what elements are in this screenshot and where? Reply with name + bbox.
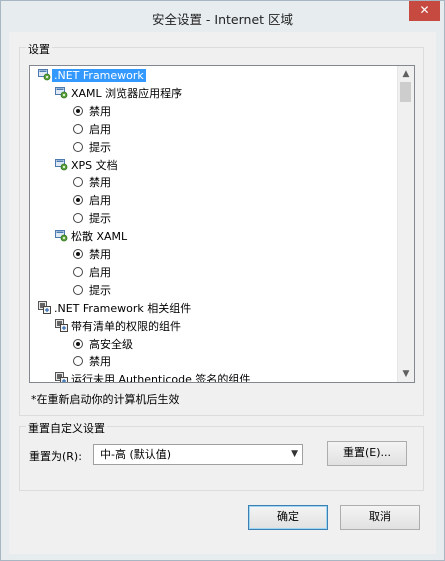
reset-to-label: 重置为(R):: [29, 450, 82, 463]
settings-node-icon: [38, 68, 51, 81]
settings-tree: .NET Framework XAML 浏览器应用程序 禁用 启用 提示 XPS 文档 禁用…: [30, 66, 398, 382]
tree-item-label: 禁用: [89, 355, 111, 369]
chevron-down-icon: ▼: [291, 449, 298, 459]
tree-item-label: 禁用: [89, 104, 111, 118]
reset-group-label: 重置自定义设置: [26, 420, 107, 436]
tree-radio-option[interactable]: 启用: [73, 121, 111, 138]
settings-node-icon: [55, 158, 68, 171]
tree-item-label: 启用: [89, 194, 111, 208]
tree-item-label: 高安全级: [89, 337, 133, 351]
tree-radio-option[interactable]: 禁用: [73, 174, 111, 191]
close-icon: ✕: [419, 3, 430, 17]
tree-radio-option[interactable]: 提示: [73, 210, 111, 227]
radio-unchecked[interactable]: [73, 177, 83, 188]
tree-node[interactable]: XAML 浏览器应用程序: [55, 85, 182, 102]
tree-radio-option[interactable]: 禁用: [73, 353, 111, 370]
tree-node[interactable]: XPS 文档: [55, 157, 118, 174]
reset-button[interactable]: 重置(E)...: [327, 441, 407, 466]
tree-item-label: 禁用: [89, 248, 111, 261]
security-settings-window: 安全设置 - Internet 区域 ✕ 设置 .NET Framework XA…: [0, 0, 445, 561]
ok-button[interactable]: 确定: [248, 505, 328, 530]
component-node-icon: [55, 372, 68, 382]
tree-radio-option[interactable]: 提示: [73, 139, 111, 156]
radio-checked[interactable]: [73, 249, 83, 259]
window-title: 安全设置 - Internet 区域: [151, 12, 294, 27]
cancel-button[interactable]: 取消: [340, 505, 420, 530]
tree-item-label: 提示: [89, 283, 111, 297]
dialog-client-area: 设置 .NET Framework XAML 浏览器应用程序 禁用 启用 提示 XPS 文…: [9, 32, 436, 554]
close-button[interactable]: ✕: [409, 1, 440, 21]
tree-item-label: .NET Framework: [52, 69, 146, 82]
tree-node[interactable]: 运行未用 Authenticode 签名的组件: [55, 371, 250, 382]
settings-node-icon: [55, 229, 68, 242]
settings-node-icon: [55, 86, 68, 99]
reset-level-value: 中-高 (默认值): [100, 448, 172, 461]
tree-item-label: 松散 XAML: [71, 230, 128, 244]
radio-unchecked[interactable]: [73, 123, 83, 134]
tree-item-label: 启用: [89, 265, 111, 279]
scroll-down-button[interactable]: ▼: [398, 366, 414, 382]
tree-item-label: 启用: [89, 122, 111, 136]
title-bar[interactable]: 安全设置 - Internet 区域 ✕: [1, 1, 444, 32]
tree-item-label: 禁用: [89, 176, 111, 190]
tree-item-label: 提示: [89, 212, 111, 226]
tree-item-label: XAML 浏览器应用程序: [71, 86, 183, 100]
tree-node[interactable]: 带有清单的权限的组件: [55, 318, 181, 335]
component-node-icon: [38, 300, 51, 314]
tree-node[interactable]: .NET Framework: [38, 67, 146, 84]
vertical-scrollbar[interactable]: ▲ ▼: [397, 66, 414, 382]
radio-checked[interactable]: [73, 105, 83, 116]
tree-radio-option[interactable]: 高安全级: [73, 336, 133, 353]
tree-item-label: .NET Framework 相关组件: [54, 301, 192, 315]
radio-checked[interactable]: [73, 338, 83, 349]
radio-checked[interactable]: [73, 195, 83, 206]
radio-unchecked[interactable]: [73, 213, 83, 224]
settings-group-label: 设置: [26, 41, 52, 57]
settings-tree-list[interactable]: .NET Framework XAML 浏览器应用程序 禁用 启用 提示 XPS 文档 禁用…: [29, 65, 415, 383]
radio-unchecked[interactable]: [73, 356, 83, 367]
component-node-icon: [55, 318, 68, 332]
radio-unchecked[interactable]: [73, 141, 83, 152]
tree-item-label: XPS 文档: [71, 158, 118, 172]
tree-item-label: 运行未用 Authenticode 签名的组件: [71, 373, 251, 382]
tree-node[interactable]: 松散 XAML: [55, 228, 127, 245]
tree-item-label: 带有清单的权限的组件: [71, 319, 181, 333]
tree-radio-option[interactable]: 禁用: [73, 246, 111, 263]
scroll-thumb[interactable]: [400, 82, 411, 102]
tree-radio-option[interactable]: 启用: [73, 264, 111, 281]
radio-unchecked[interactable]: [73, 284, 83, 295]
tree-radio-option[interactable]: 提示: [73, 282, 111, 299]
tree-node[interactable]: .NET Framework 相关组件: [38, 300, 191, 317]
reset-level-select[interactable]: 中-高 (默认值) ▼: [93, 444, 303, 465]
tree-radio-option[interactable]: 启用: [73, 192, 111, 209]
tree-item-label: 提示: [89, 140, 111, 154]
radio-unchecked[interactable]: [73, 266, 83, 277]
scroll-up-button[interactable]: ▲: [398, 66, 414, 82]
restart-note: *在重新启动你的计算机后生效: [31, 393, 180, 406]
tree-radio-option[interactable]: 禁用: [73, 103, 111, 120]
